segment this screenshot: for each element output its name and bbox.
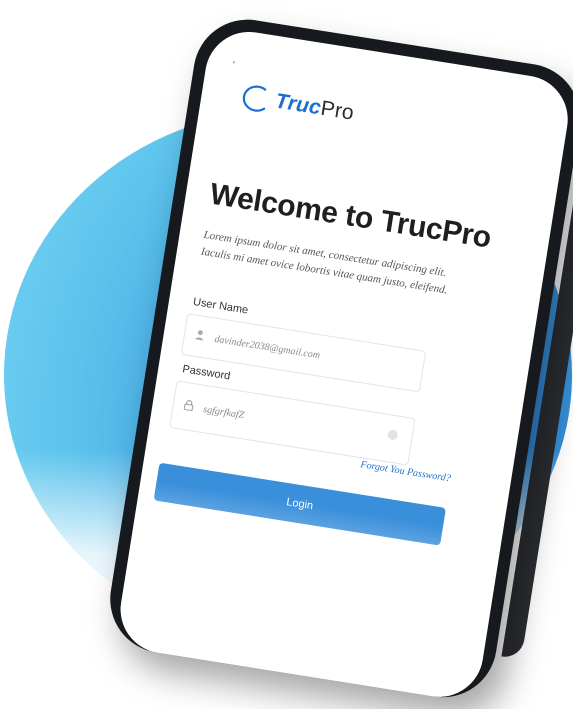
username-label: User Name [192,296,249,317]
phone-mockup: ' TrucPro Welcome to TrucPro Lorem ipsum… [102,11,573,708]
phone-frame: ' TrucPro Welcome to TrucPro Lorem ipsum… [102,11,573,706]
password-label: Password [181,363,232,383]
status-indicator: ' [231,59,236,70]
logo-suffix: Pro [319,96,356,125]
app-logo: TrucPro [234,80,356,128]
eye-icon[interactable] [387,429,399,441]
logo-prefix: Truc [273,89,323,120]
user-icon [194,329,216,346]
password-field[interactable]: sgfgrfkafZ [169,380,416,466]
lock-icon [183,399,205,416]
logo-swoosh-icon [234,80,278,116]
logo-wordmark: TrucPro [274,90,356,126]
password-value: sgfgrfkafZ [202,403,245,421]
phone-screen: ' TrucPro Welcome to TrucPro Lorem ipsum… [114,25,573,704]
username-value: davinder2038@gmail.com [213,333,321,361]
